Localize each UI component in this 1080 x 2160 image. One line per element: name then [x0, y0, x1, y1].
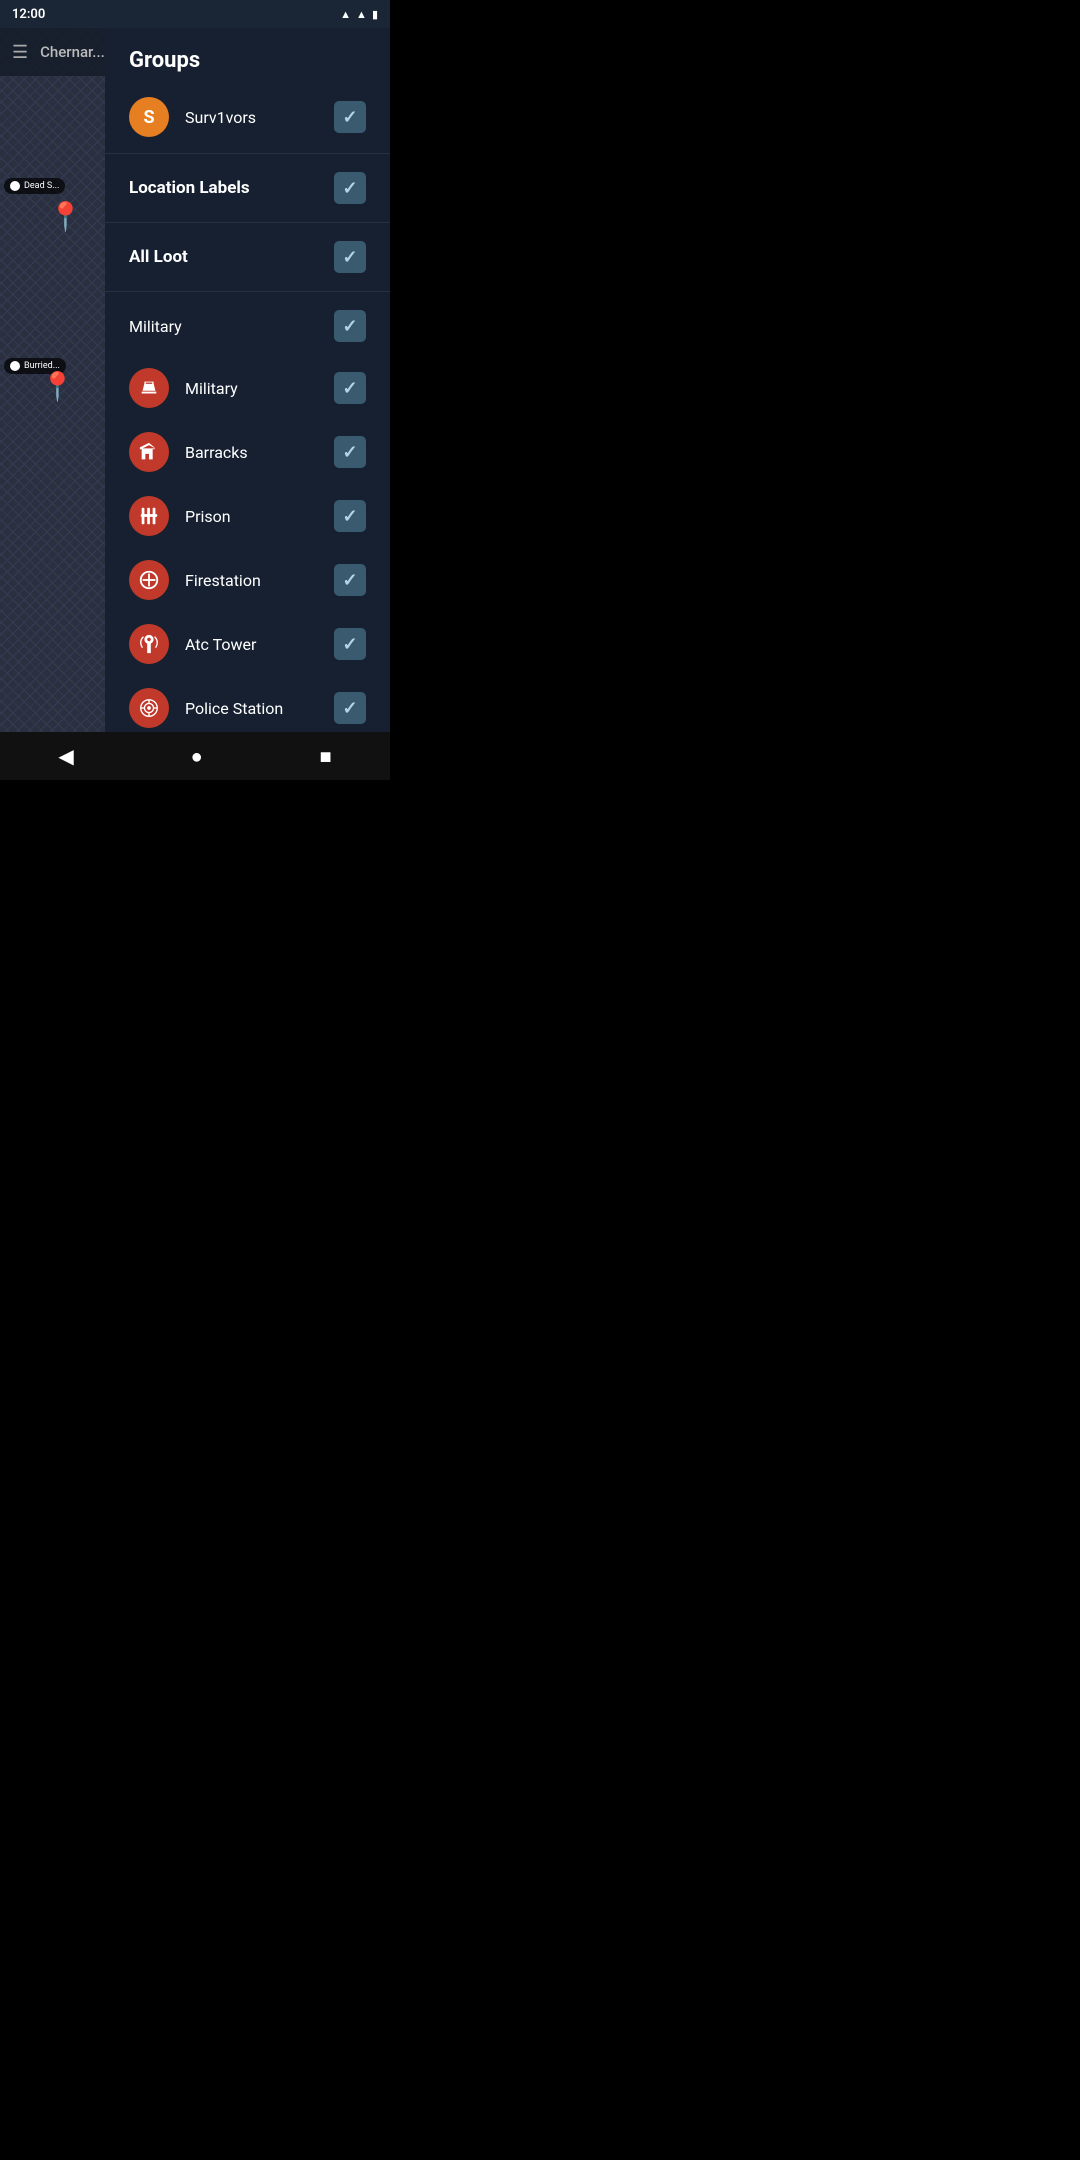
map-label-dead: Dead S... — [4, 178, 65, 194]
signal-icon: ▲ — [356, 8, 367, 21]
status-bar: 12:00 ▲ ▲ ▮ — [0, 0, 390, 28]
map-pin-1: 📍 — [48, 200, 83, 233]
all-loot-label: All Loot — [129, 247, 318, 267]
app-title: Chernar... — [40, 43, 105, 61]
prison-label: Prison — [185, 507, 318, 526]
all-loot-checkbox[interactable] — [334, 241, 366, 273]
list-item-prison[interactable]: Prison — [105, 484, 390, 548]
list-item-police-station[interactable]: Police Station — [105, 676, 390, 732]
barracks-label: Barracks — [185, 443, 318, 462]
navigation-bar: ◀ ● ■ — [0, 732, 390, 780]
app-bar: ☰ Chernar... — [0, 28, 105, 76]
firestation-checkbox[interactable] — [334, 564, 366, 596]
surv1vors-checkbox[interactable] — [334, 101, 366, 133]
drawer-header: Groups — [105, 28, 390, 85]
military-checkbox[interactable] — [334, 372, 366, 404]
barracks-checkbox[interactable] — [334, 436, 366, 468]
police-station-label: Police Station — [185, 699, 318, 718]
status-icons: ▲ ▲ ▮ — [340, 8, 378, 21]
list-item-barracks[interactable]: Barracks — [105, 420, 390, 484]
police-station-checkbox[interactable] — [334, 692, 366, 724]
surv1vors-avatar: S — [129, 97, 169, 137]
military-label: Military — [185, 379, 318, 398]
battery-icon: ▮ — [372, 8, 378, 21]
map-background — [0, 28, 105, 780]
atc-tower-checkbox[interactable] — [334, 628, 366, 660]
atc-tower-icon — [129, 624, 169, 664]
location-labels-label: Location Labels — [129, 178, 318, 198]
status-time: 12:00 — [12, 7, 45, 22]
barracks-icon — [129, 432, 169, 472]
military-section-checkbox[interactable] — [334, 310, 366, 342]
military-icon — [129, 368, 169, 408]
military-section-label: Military — [129, 317, 318, 336]
police-station-icon — [129, 688, 169, 728]
location-labels-checkbox[interactable] — [334, 172, 366, 204]
camera-icon — [10, 181, 20, 191]
home-button[interactable]: ● — [171, 736, 223, 777]
firestation-icon — [129, 560, 169, 600]
list-item-firestation[interactable]: Firestation — [105, 548, 390, 612]
list-item-military-section[interactable]: Military — [105, 296, 390, 356]
firestation-label: Firestation — [185, 571, 318, 590]
prison-checkbox[interactable] — [334, 500, 366, 532]
list-item-all-loot[interactable]: All Loot — [105, 227, 390, 287]
menu-icon[interactable]: ☰ — [12, 42, 28, 63]
list-item-location-labels[interactable]: Location Labels — [105, 158, 390, 218]
camera-icon-2 — [10, 361, 20, 371]
prison-icon — [129, 496, 169, 536]
wifi-icon: ▲ — [340, 8, 351, 21]
recent-button[interactable]: ■ — [299, 736, 351, 777]
surv1vors-label: Surv1vors — [185, 108, 318, 127]
list-item-military[interactable]: Military — [105, 356, 390, 420]
back-button[interactable]: ◀ — [38, 736, 93, 776]
list-item-atc-tower[interactable]: Atc Tower — [105, 612, 390, 676]
map-pin-2: 📍 — [40, 370, 75, 403]
drawer-panel: Groups S Surv1vors Location Labels All L… — [105, 28, 390, 732]
list-item-surv1vors[interactable]: S Surv1vors — [105, 85, 390, 149]
atc-tower-label: Atc Tower — [185, 635, 318, 654]
